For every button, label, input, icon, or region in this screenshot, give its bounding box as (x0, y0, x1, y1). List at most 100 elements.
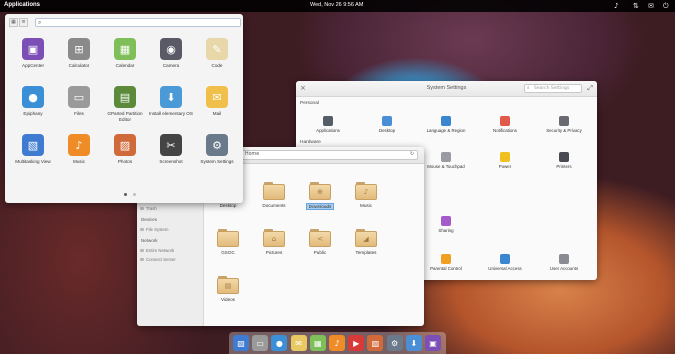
app-launcher-item[interactable]: ▤ GParted Partition Editor (102, 86, 148, 123)
network-icon[interactable]: ⇅ (633, 1, 639, 11)
search-placeholder: Search Settings (534, 86, 570, 91)
calendar-icon[interactable]: ▦ (309, 335, 326, 351)
settings-personal-item[interactable]: Security & Privacy (536, 116, 592, 133)
app-label: Epiphany (23, 111, 43, 116)
app-label: Music (73, 159, 85, 164)
folder-label: Desktop (219, 203, 237, 208)
app-label: System Settings (200, 159, 234, 164)
page-indicator (121, 192, 139, 198)
settings-personal-item-label: Applications (316, 128, 340, 133)
app-launcher-item[interactable]: ▭ Files (56, 86, 102, 117)
settings-personal-item[interactable]: Desktop (359, 116, 415, 133)
folder-glyph: ▤ (224, 282, 232, 290)
folder-item[interactable]: ▤ Videos (208, 276, 248, 303)
settings-personal-item[interactable]: Applications (300, 116, 356, 133)
photos-icon[interactable]: ▨ (367, 335, 384, 351)
page-dot-1[interactable] (124, 193, 127, 196)
files-icon[interactable]: ▭ (252, 335, 269, 351)
folder-item[interactable]: Documents (254, 182, 294, 209)
folder-icon: ♪ (355, 182, 377, 200)
sidebar-item-entire-network[interactable]: Entire Network (139, 248, 174, 253)
app-launcher-item[interactable]: ▣ AppCenter (10, 38, 56, 69)
sound-icon[interactable]: ♪ (614, 1, 618, 11)
settings-admin-item[interactable]: User Accounts (536, 254, 592, 271)
screenshot-icon: ✂ (160, 134, 182, 156)
installer-icon: ⬇ (160, 86, 182, 108)
settings-search-input[interactable]: ⌕ Search Settings (524, 84, 582, 93)
folder-icon: ⊕ (309, 182, 331, 200)
folder-icon: < (309, 229, 331, 247)
maximize-icon[interactable]: ⤢ (587, 84, 593, 93)
settings-network-item-label: Sharing (438, 228, 454, 233)
multitasking-icon[interactable]: ▧ (233, 335, 249, 351)
app-launcher-item[interactable]: ✂ Screenshot (148, 134, 194, 165)
sidebar-item-trash[interactable]: Trash (140, 206, 157, 211)
mail-icon[interactable]: ✉ (290, 335, 307, 351)
settings-hardware-item[interactable]: Power (477, 152, 533, 169)
settings-hardware-item[interactable]: Printers (536, 152, 592, 169)
mail-icon[interactable]: ✉ (648, 1, 654, 11)
applications-menu-button[interactable]: Applications (4, 2, 40, 8)
folder-item[interactable]: ⊕ Downloads (300, 182, 340, 210)
settings-hardware-item-label: Mouse & Touchpad (427, 164, 465, 169)
folder-glyph: ◢ (363, 235, 369, 243)
folder-glyph: ♪ (363, 188, 369, 196)
appcenter-bag-icon[interactable]: ▣ (425, 335, 441, 351)
folder-item[interactable]: ◢ Templates (346, 229, 386, 256)
app-label: Install elementary OS (149, 111, 193, 116)
app-label: Calendar (115, 63, 135, 68)
folder-icon: ◢ (355, 229, 377, 247)
folder-label: GSOC (221, 250, 235, 255)
settings-personal-item-label: Notifications (493, 128, 517, 133)
app-label: Mail (212, 111, 222, 116)
music-icon: ♪ (68, 134, 90, 156)
sidebar-item-connect-server[interactable]: Connect Server (140, 257, 176, 262)
app-launcher-item[interactable]: ▨ Photos (102, 134, 148, 165)
folder-item[interactable]: ⌂ Pictures (254, 229, 294, 256)
sidebar-item-file-system[interactable]: File System (139, 227, 168, 232)
multitasking-icon: ▧ (22, 134, 44, 156)
app-launcher-item[interactable]: ▦ Calendar (102, 38, 148, 69)
settings-personal-item[interactable]: Notifications (477, 116, 533, 133)
app-label: AppCenter (22, 63, 44, 68)
app-launcher-item[interactable]: ♪ Music (56, 134, 102, 165)
videos-icon[interactable]: ▶ (348, 335, 365, 351)
grid-view-icon[interactable]: ▦ (9, 18, 18, 27)
settings-admin-item[interactable]: Universal Access (477, 254, 533, 271)
settings-hardware-item[interactable]: Mouse & Touchpad (418, 152, 474, 169)
path-bar[interactable]: Home ↻ (240, 150, 418, 160)
folder-label: Public (313, 250, 327, 255)
folder-glyph: ⌂ (271, 235, 277, 243)
power-icon[interactable]: ⏻ (663, 1, 669, 11)
settings-admin-item[interactable]: Parental Control (418, 254, 474, 271)
folder-item[interactable]: GSOC (208, 229, 248, 256)
settings-personal-item[interactable]: Language & Region (418, 116, 474, 133)
clock-indicator[interactable]: Wed, Nov 26 9:56 AM (310, 2, 363, 8)
settings-network-item[interactable]: Sharing (418, 216, 474, 233)
app-launcher-item[interactable]: ✉ Mail (194, 86, 240, 117)
folder-item[interactable]: < Public (300, 229, 340, 256)
app-launcher-item[interactable]: ⬇ Install elementary OS (148, 86, 194, 117)
app-launcher-item[interactable]: ✎ Code (194, 38, 240, 69)
appcenter-icon[interactable]: ⬇ (405, 335, 422, 351)
settings-icon[interactable]: ⚙ (386, 335, 403, 351)
reload-icon[interactable]: ↻ (410, 151, 414, 159)
section-personal: Personal (300, 101, 319, 106)
app-launcher-item[interactable]: ▧ Multitasking View (10, 134, 56, 165)
app-launcher-item[interactable]: ◉ Camera (148, 38, 194, 69)
app-label: GParted Partition Editor (107, 111, 143, 122)
music-icon[interactable]: ♪ (329, 335, 345, 351)
app-launcher-item[interactable]: ⊞ Calculator (56, 38, 102, 69)
app-launcher-item[interactable]: ⚙ System Settings (194, 134, 240, 165)
settings-hardware-item-label: Printers (556, 164, 572, 169)
settings-personal-item-label: Security & Privacy (546, 128, 582, 133)
epiphany-icon[interactable]: ● (271, 335, 288, 351)
settings-admin-item-label: Parental Control (430, 266, 462, 271)
settings-personal-item-icon (559, 116, 569, 126)
folder-item[interactable]: ♪ Music (346, 182, 386, 209)
app-search-input[interactable]: ⌕ (35, 18, 241, 27)
category-view-icon[interactable]: ≡ (19, 18, 28, 27)
search-icon: ⌕ (527, 86, 530, 91)
page-dot-2[interactable] (133, 193, 136, 196)
app-launcher-item[interactable]: ● Epiphany (10, 86, 56, 117)
